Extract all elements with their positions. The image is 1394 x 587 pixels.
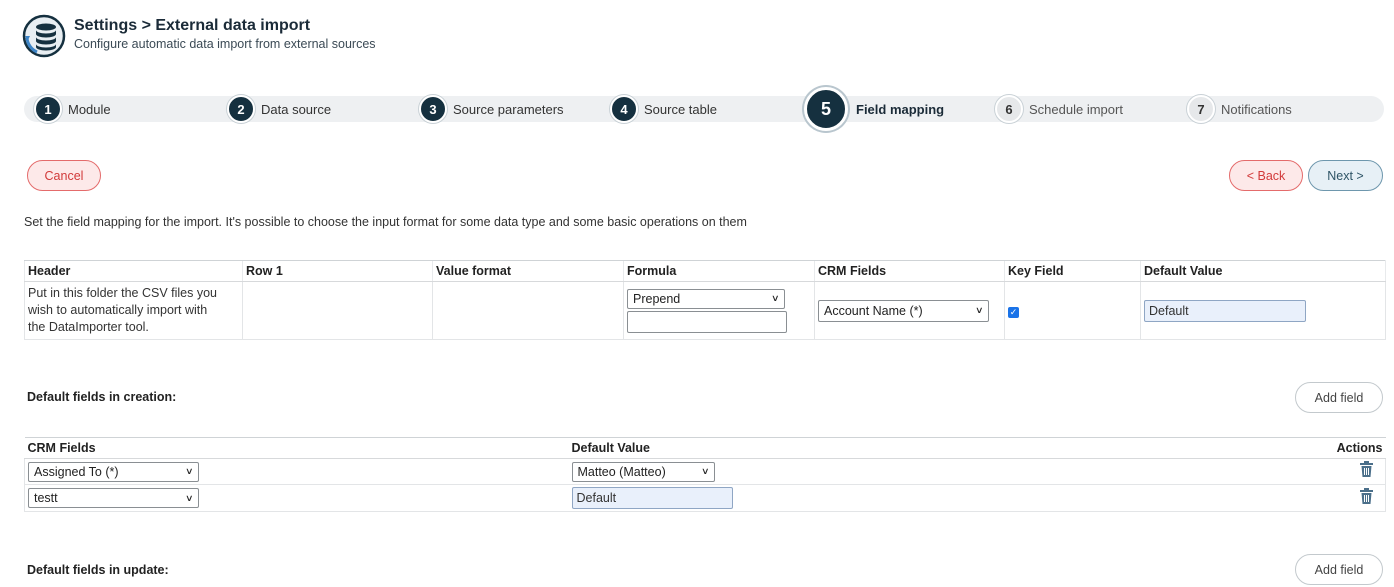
creation-field-select[interactable]: Assigned To (*) ∨ (28, 461, 199, 482)
column-header: Row 1 (242, 260, 433, 282)
trash-icon[interactable] (1360, 461, 1373, 482)
formula-text-input[interactable] (627, 310, 787, 333)
next-button[interactable]: Next > (1308, 160, 1383, 191)
step-data-source[interactable]: 2 Data source (227, 95, 332, 123)
step-label: Field mapping (856, 101, 945, 117)
step-source-table[interactable]: 4 Source table (610, 95, 717, 123)
page-header: Settings > External data import Configur… (22, 14, 376, 58)
cancel-button[interactable]: Cancel (27, 160, 101, 191)
formula-select-value: Prepend (633, 291, 681, 306)
step-notifications[interactable]: 7 Notifications (1187, 95, 1292, 123)
column-header: Actions (1285, 437, 1386, 459)
back-button[interactable]: < Back (1229, 160, 1303, 191)
formula-cell: Prepend ∨ (623, 281, 815, 340)
creation-fields-table: CRM Fields Default Value Actions Assigne… (24, 437, 1386, 512)
creation-section-title: Default fields in creation: (27, 390, 177, 404)
chevron-down-icon: ∨ (975, 305, 984, 315)
step-module[interactable]: 1 Module (34, 95, 111, 123)
page-subtitle: Configure automatic data import from ext… (74, 37, 376, 51)
select-value: testt (34, 491, 58, 505)
step-label: Source parameters (453, 101, 564, 117)
csv-header-cell: Put in this folder the CSV files you wis… (24, 281, 243, 340)
key-field-checkbox[interactable]: ✓ (1008, 306, 1019, 318)
table-row: testt ∨ Default (24, 484, 1386, 512)
step-label: Data source (261, 101, 332, 117)
trash-icon[interactable] (1360, 487, 1373, 509)
step-number: 3 (419, 95, 447, 123)
step-label: Source table (644, 101, 717, 117)
creation-value-select[interactable]: Matteo (Matteo) ∨ (571, 461, 715, 482)
chevron-down-icon: ∨ (185, 492, 194, 503)
column-header: CRM Fields (814, 260, 1005, 282)
column-header: Formula (623, 260, 815, 282)
instruction-text: Set the field mapping for the import. It… (24, 215, 747, 229)
step-label: Schedule import (1029, 101, 1123, 117)
step-field-mapping[interactable]: 5 Field mapping (804, 87, 944, 131)
step-number: 5 (804, 87, 848, 131)
crm-field-value: Account Name (*) (824, 303, 923, 318)
column-header: CRM Fields (24, 437, 569, 459)
table-row: Assigned To (*) ∨ Matteo (Matteo) ∨ (24, 458, 1386, 485)
add-field-creation-button[interactable]: Add field (1295, 382, 1383, 413)
step-number: 1 (34, 95, 62, 123)
add-field-update-button[interactable]: Add field (1295, 554, 1383, 585)
step-source-parameters[interactable]: 3 Source parameters (419, 95, 564, 123)
value-format-cell (432, 281, 624, 340)
column-header: Default Value (568, 437, 1286, 459)
crm-field-select[interactable]: Account Name (*) ∨ (818, 299, 989, 322)
step-schedule-import[interactable]: 6 Schedule import (995, 95, 1123, 123)
column-header: Default Value (1140, 260, 1386, 282)
step-number: 2 (227, 95, 255, 123)
select-value: Matteo (Matteo) (577, 464, 666, 479)
creation-field-select[interactable]: testt ∨ (28, 488, 199, 508)
database-sync-icon (22, 14, 66, 58)
step-label: Module (68, 101, 111, 117)
column-header: Key Field (1004, 260, 1141, 282)
column-header: Value format (432, 260, 624, 282)
step-number: 4 (610, 95, 638, 123)
chevron-down-icon: ∨ (185, 466, 194, 476)
page-title: Settings > External data import (74, 17, 311, 34)
formula-select[interactable]: Prepend ∨ (627, 288, 785, 309)
creation-value-input[interactable]: Default (571, 487, 733, 509)
crm-field-cell: Account Name (*) ∨ (814, 281, 1005, 340)
step-label: Notifications (1221, 101, 1292, 117)
chevron-down-icon: ∨ (700, 466, 710, 476)
wizard-stepper: 1 Module 2 Data source 3 Source paramete… (24, 87, 1384, 131)
select-value: Assigned To (*) (34, 464, 119, 479)
row1-cell (242, 281, 433, 340)
step-number: 6 (995, 95, 1023, 123)
table-row: Put in this folder the CSV files you wis… (24, 281, 1386, 340)
column-header: Header (24, 260, 243, 282)
chevron-down-icon: ∨ (771, 293, 780, 303)
key-field-cell: ✓ (1004, 281, 1141, 340)
field-mapping-table: Header Row 1 Value format Formula CRM Fi… (24, 260, 1386, 340)
update-section-title: Default fields in update: (27, 563, 169, 577)
step-number: 7 (1187, 95, 1215, 123)
default-value-cell: Default (1140, 281, 1386, 340)
default-value-input[interactable]: Default (1144, 299, 1306, 322)
